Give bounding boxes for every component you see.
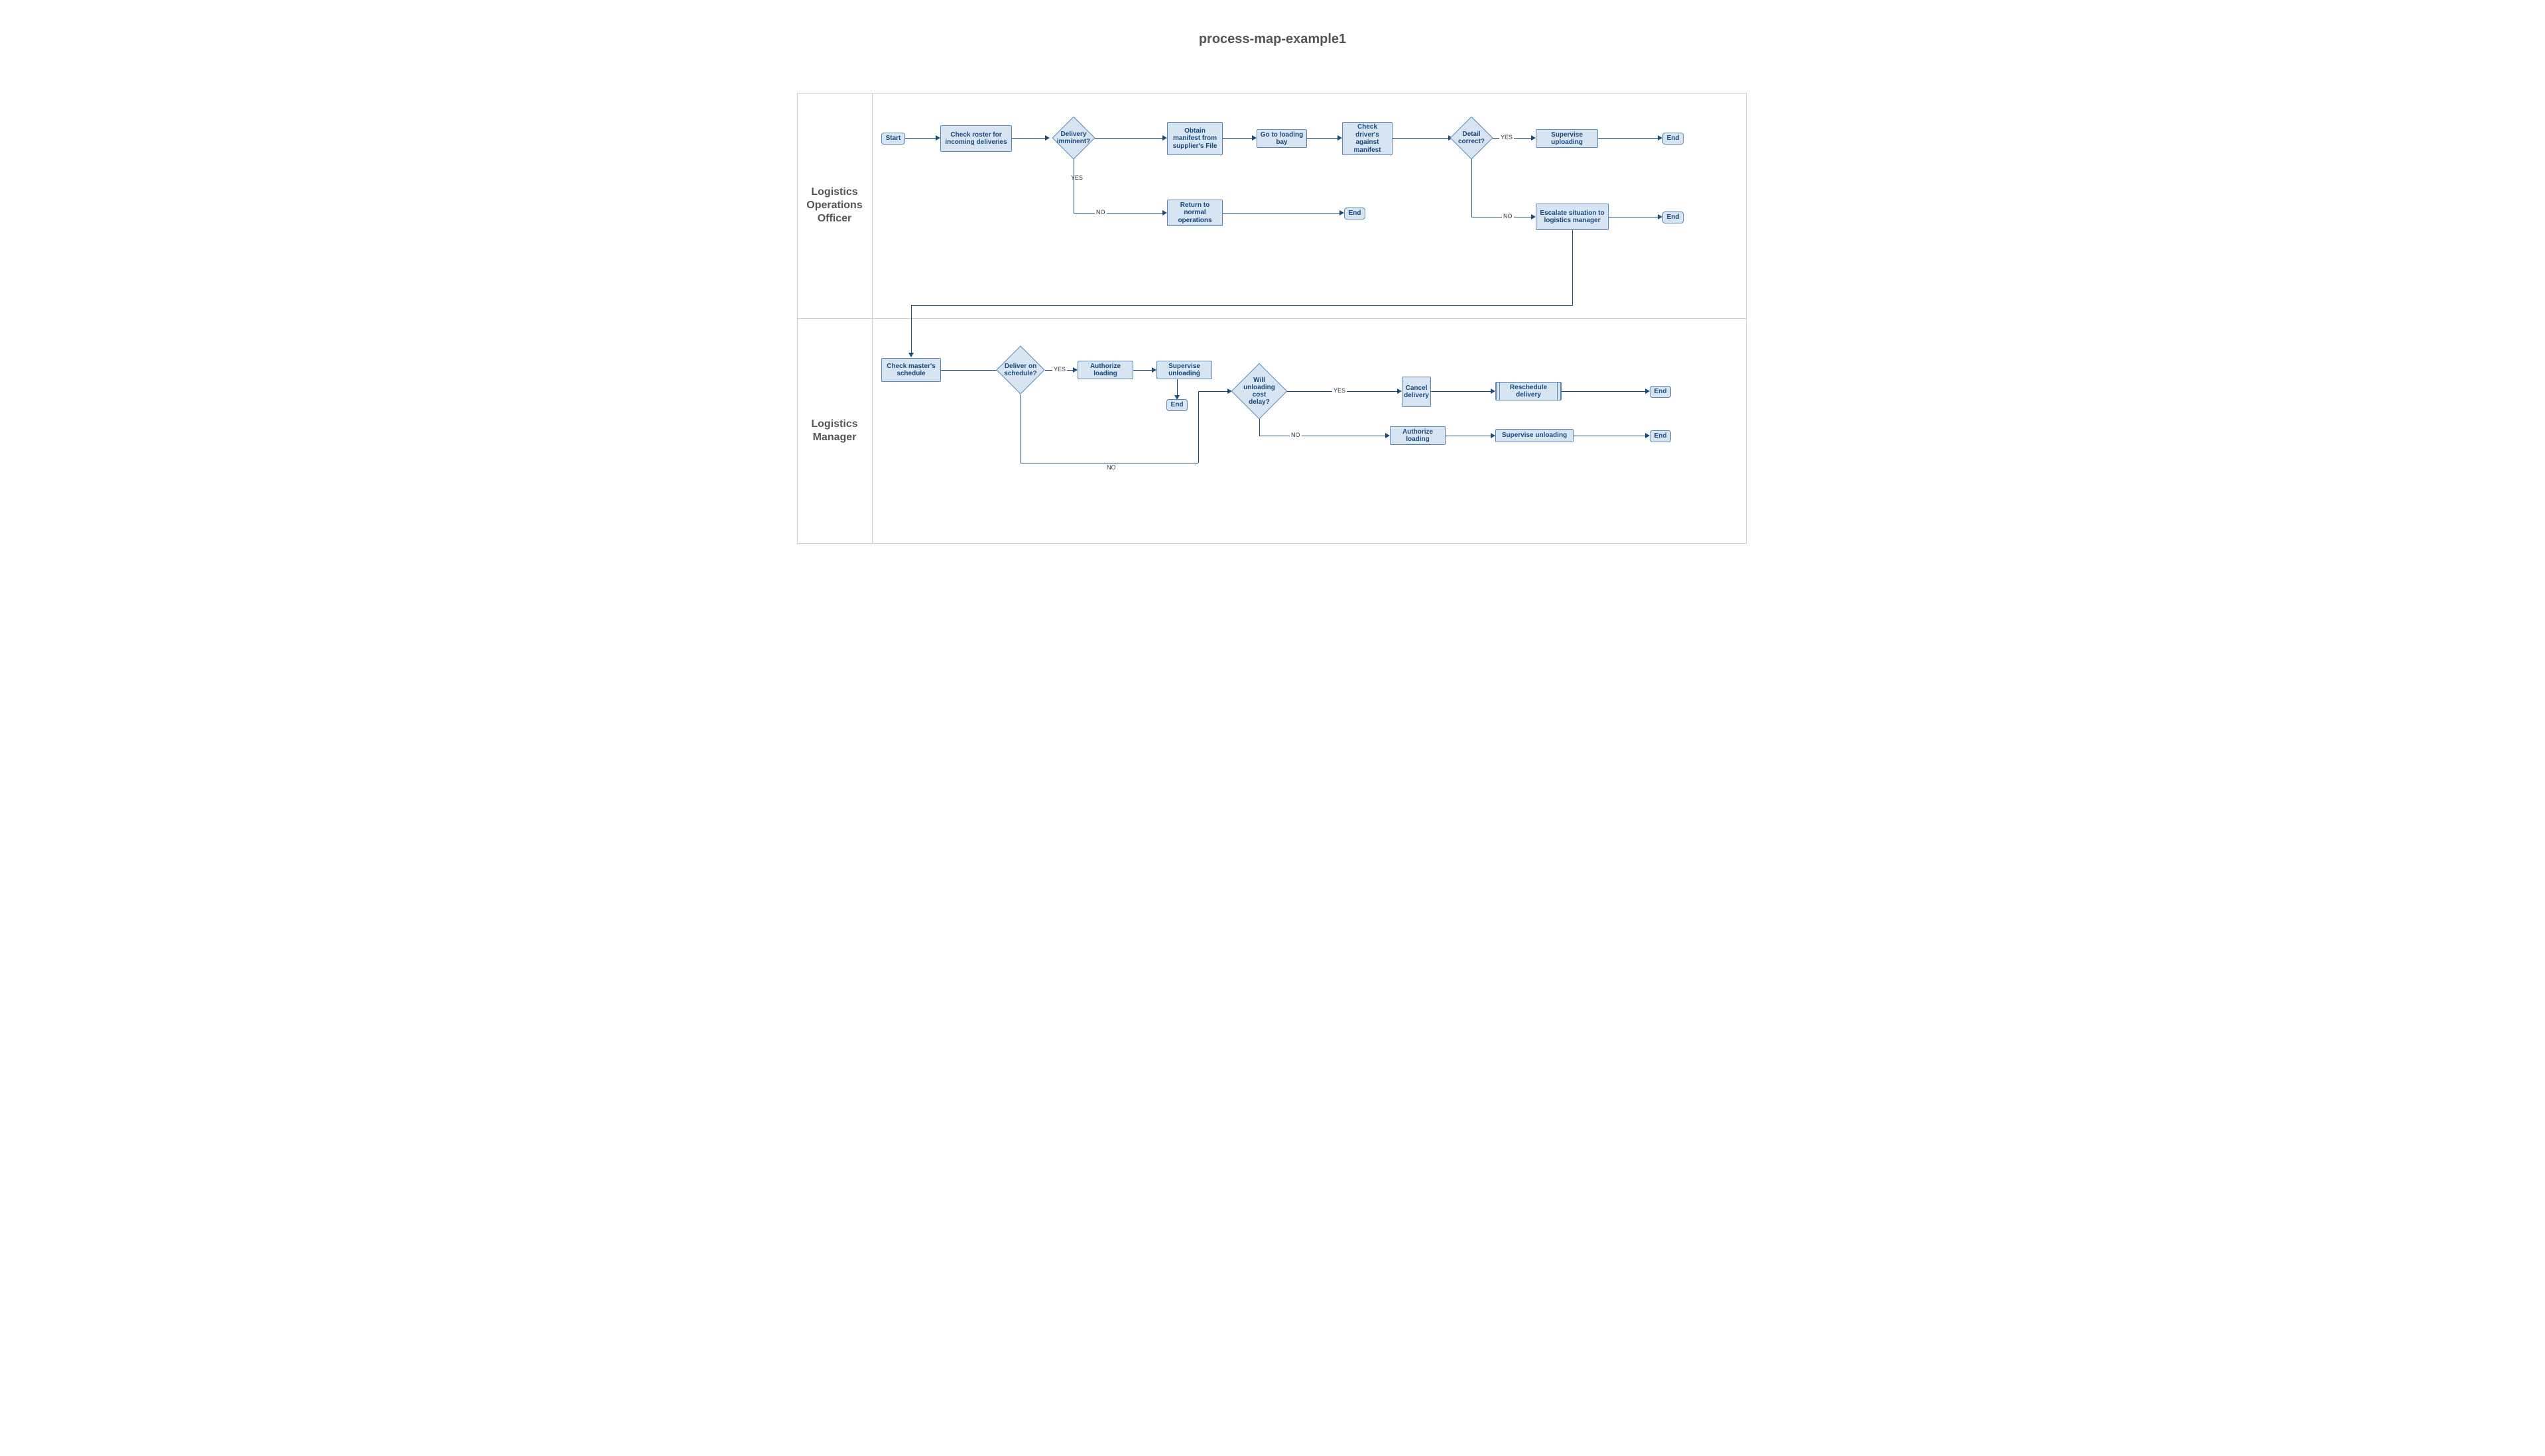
edge (1012, 138, 1046, 139)
return-normal-step: Return to normal operations (1167, 200, 1223, 226)
arrow-icon (1045, 135, 1050, 141)
reschedule-delivery-step: Reschedule delivery (1495, 382, 1562, 400)
end-terminator: End (1662, 212, 1684, 223)
edge (911, 305, 912, 354)
arrow-icon (1658, 214, 1662, 219)
arrow-icon (1397, 389, 1402, 394)
deliver-on-schedule-decision: Deliver on schedule? (1003, 353, 1038, 387)
arrow-icon (1531, 214, 1536, 219)
edge (1177, 379, 1178, 396)
lane-header-operations-officer: Logistics Operations Officer (797, 93, 872, 318)
obtain-manifest-step: Obtain manifest from supplier's File (1167, 122, 1223, 155)
authorize-loading-step-2: Authorize loading (1390, 426, 1446, 445)
supervise-unloading-step-2: Supervise unloading (1495, 429, 1574, 442)
edge-label-yes: YES (1499, 134, 1514, 141)
will-unloading-cost-delay-decision: Will unloading cost delay? (1239, 371, 1279, 411)
edge (1393, 138, 1450, 139)
edge-label-yes: YES (1332, 387, 1347, 394)
edge-label-yes: YES (1070, 174, 1084, 181)
go-loading-bay-step: Go to loading bay (1257, 129, 1307, 148)
edge (1562, 391, 1646, 392)
arrow-icon (1645, 433, 1650, 438)
arrow-icon (1491, 389, 1495, 394)
end-terminator: End (1662, 133, 1684, 145)
process-map-canvas: process-map-example1 Logistics Operation… (788, 0, 1757, 554)
arrow-icon (1339, 210, 1344, 215)
edge (1223, 138, 1253, 139)
edge-label-no: NO (1502, 213, 1514, 219)
arrow-icon (1385, 433, 1390, 438)
edge-label-yes: YES (1052, 366, 1067, 373)
arrow-icon (1645, 389, 1650, 394)
edge (1572, 230, 1573, 305)
edge (941, 370, 999, 371)
arrow-icon (1162, 135, 1167, 141)
arrow-icon (936, 135, 940, 141)
edge-label-no: NO (1105, 464, 1117, 471)
arrow-icon (1152, 367, 1156, 373)
edge (905, 138, 937, 139)
edge (1598, 138, 1659, 139)
check-driver-step: Check driver's against manifest (1342, 122, 1393, 155)
end-terminator: End (1166, 399, 1188, 411)
edge (911, 305, 1573, 306)
edge (1198, 391, 1199, 463)
arrow-icon (1337, 135, 1342, 141)
cancel-delivery-step: Cancel delivery (1402, 377, 1431, 407)
diagram-title: process-map-example1 (788, 32, 1757, 47)
lane-header-manager: Logistics Manager (797, 318, 872, 544)
edge (1095, 138, 1164, 139)
arrow-icon (1491, 433, 1495, 438)
escalate-step: Escalate situation to logistics manager (1536, 204, 1609, 230)
supervise-uploading-step: Supervise uploading (1536, 129, 1598, 148)
arrow-icon (908, 353, 914, 357)
arrow-icon (1162, 210, 1167, 215)
arrow-icon (1252, 135, 1257, 141)
arrow-icon (1073, 367, 1078, 373)
supervise-unloading-step: Supervise unloading (1156, 361, 1212, 379)
arrow-icon (1658, 135, 1662, 141)
arrow-icon (1531, 135, 1536, 141)
node-label: Reschedule delivery (1499, 384, 1558, 399)
edge (1471, 159, 1472, 217)
end-terminator: End (1650, 430, 1671, 442)
delivery-imminent-decision: Delivery imminent? (1058, 123, 1089, 153)
end-terminator: End (1650, 386, 1671, 398)
edge (1259, 419, 1260, 436)
edge-label-no: NO (1095, 209, 1107, 215)
edge (1198, 370, 1199, 371)
edge (1431, 391, 1492, 392)
detail-correct-decision: Detail correct? (1456, 123, 1487, 153)
authorize-loading-step: Authorize loading (1078, 361, 1133, 379)
edge (1198, 391, 1229, 392)
swimlane-row-divider (797, 318, 1747, 319)
check-master-schedule-step: Check master's schedule (881, 358, 941, 382)
edge (1133, 370, 1153, 371)
check-roster-step: Check roster for incoming deliveries (940, 125, 1012, 152)
edge-label-no: NO (1290, 432, 1302, 438)
end-terminator: End (1344, 208, 1365, 219)
start-terminator: Start (881, 133, 905, 145)
edge (1307, 138, 1339, 139)
